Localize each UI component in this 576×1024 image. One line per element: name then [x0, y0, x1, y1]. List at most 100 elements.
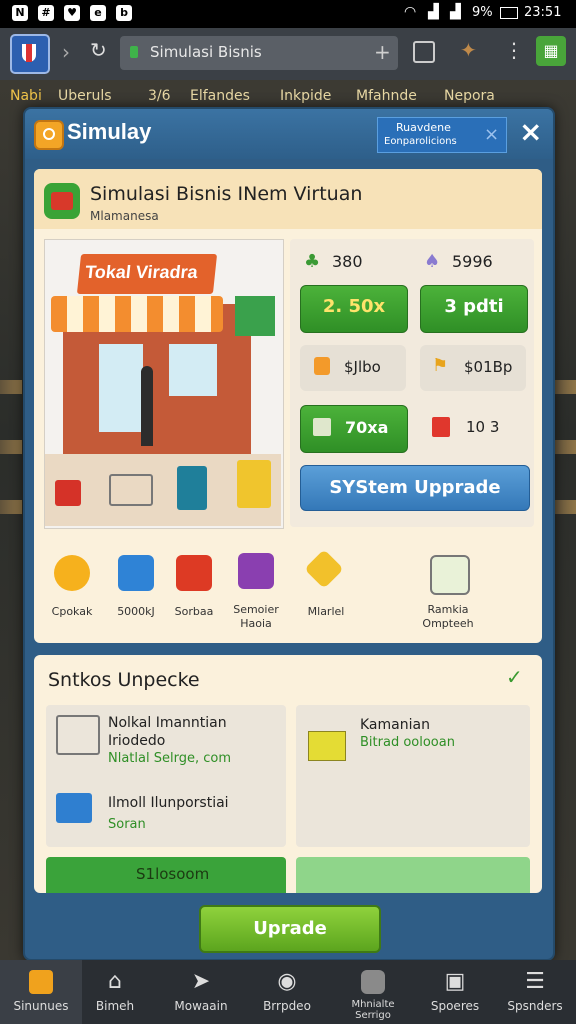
simulator-icon — [29, 970, 53, 994]
category-nav-item[interactable]: Elfandes — [190, 88, 250, 104]
shield-icon: ♥ — [64, 5, 80, 21]
signal-icon: ▟ — [428, 4, 439, 20]
stats-grid: ♣ 380 ♠ 5996 2. 50x 3 pdti $Jlbo ⚑ $01Bp… — [290, 239, 534, 527]
mail-icon: e — [90, 5, 106, 21]
plus-icon[interactable]: + — [374, 40, 391, 64]
category-nav-item[interactable]: 3/6 — [148, 88, 171, 104]
gem-icon[interactable] — [304, 549, 344, 589]
stat-value: $Jlbo — [344, 358, 381, 376]
store-window — [169, 344, 217, 396]
badge-line: Eonparolicions — [384, 136, 457, 147]
bag-icon[interactable] — [238, 553, 274, 589]
menu-icon: ☰ — [525, 969, 545, 994]
upgrade-progress-bar — [296, 857, 530, 893]
store-illustration: Tokal Viradra — [44, 239, 284, 529]
box-icon[interactable] — [118, 555, 154, 591]
games-icon: ▣ — [444, 969, 466, 994]
upgrade-progress-bar: S1losoom — [46, 857, 286, 893]
category-nav-item[interactable]: Inkpide — [280, 88, 331, 104]
cart-icon: ♠ — [424, 251, 441, 272]
battery-icon — [500, 7, 518, 19]
nav-item-arrow[interactable]: ➤ Mowaain — [160, 960, 242, 1024]
upgrade-card[interactable]: Nolkal Imanntian Iriodedo Nlatlal Selrge… — [46, 705, 286, 847]
category-label: Ramkia Ompteeh — [422, 603, 474, 630]
forward-icon[interactable]: › — [62, 40, 70, 64]
upgrade-title: Kamanian — [360, 717, 430, 733]
nav-item-target[interactable]: ◉ Brrpdeo — [246, 960, 328, 1024]
simulator-modal: Simulay Ruavdene Eonparolicions × × Simu… — [23, 107, 555, 961]
category-nav-item[interactable]: Nabi — [10, 88, 42, 104]
wifi-icon: ◠ — [404, 4, 417, 20]
upgrade-card[interactable]: Kamanian Bitrad oolooan — [296, 705, 530, 847]
stat-value: $01Bp — [464, 358, 513, 376]
app-badge-icon — [34, 120, 64, 150]
stat-tile-green[interactable]: 3 pdti — [420, 285, 528, 333]
truck-icon: ⚑ — [432, 355, 449, 376]
category-nav-item[interactable]: Nepora — [444, 88, 495, 104]
close-icon[interactable]: × — [484, 124, 499, 145]
stat-tile-green[interactable]: 2. 50x — [300, 285, 408, 333]
upgrade-title: Nolkal Imanntian — [108, 715, 227, 731]
stat-tile-green[interactable]: 70xa — [300, 405, 408, 453]
bag-icon — [314, 357, 330, 375]
upgrades-panel: Sntkos Unpecke ✓ Nolkal Imanntian Iriode… — [34, 655, 542, 893]
nav-item-simulator[interactable]: Sinunues — [0, 960, 82, 1024]
stat-tile[interactable]: ⚑ $01Bp — [420, 345, 526, 391]
battery-percent: 9% — [472, 5, 493, 20]
tabs-icon[interactable] — [413, 41, 435, 63]
nav-item-games[interactable]: ▣ Spoeres — [414, 960, 496, 1024]
basket-icon — [313, 418, 331, 436]
upgrade-title: Ilmoll Ilunporstiai — [108, 795, 229, 811]
kebab-menu-icon[interactable]: ⋮ — [504, 38, 524, 62]
url-text: Simulasi Bisnis — [150, 43, 262, 61]
stat-tile[interactable]: $Jlbo — [300, 345, 406, 391]
basket-icon — [56, 793, 92, 823]
nav-item-manager[interactable]: Mhnialte Serrigo — [332, 960, 414, 1024]
app-logo-icon[interactable] — [10, 34, 50, 74]
cash-icon: ♣ — [304, 251, 321, 272]
system-upgrade-button[interactable]: SYStem Upprade — [300, 465, 530, 511]
box-icon — [432, 417, 450, 437]
signal-icon: ▟ — [450, 4, 461, 20]
stat-tile: 10 3 — [420, 405, 526, 451]
apps-grid-icon[interactable]: ▦ — [536, 36, 566, 66]
home-icon: ⌂ — [108, 969, 122, 994]
close-modal-icon[interactable]: × — [519, 115, 542, 148]
browser-toolbar: › ↻ Simulasi Bisnis + ✦ ⋮ ▦ — [0, 28, 576, 80]
game-title: Simulasi Bisnis INem Virtuan — [90, 183, 363, 205]
category-nav-item[interactable]: Uberuls — [58, 88, 112, 104]
game-panel: Simulasi Bisnis INem Virtuan Mlamanesa T… — [34, 169, 542, 643]
heart-icon[interactable] — [54, 555, 90, 591]
lock-icon — [130, 46, 138, 58]
box-icon — [237, 460, 271, 508]
shopkeeper-figure — [141, 366, 153, 446]
stat-value: 10 3 — [466, 418, 500, 436]
cart-icon[interactable] — [430, 555, 470, 595]
bottom-nav: Sinunues ⌂ Bimeh ➤ Mowaain ◉ Brrpdeo Mhn… — [0, 960, 576, 1024]
upgrade-button[interactable]: Uprade — [199, 905, 381, 953]
reload-icon[interactable]: ↻ — [90, 38, 107, 62]
manager-icon — [361, 970, 385, 994]
box-icon — [177, 466, 207, 510]
category-row: Cpokak 5000kJ Sorbaa Semoier Haoia Mlarl… — [34, 541, 542, 641]
status-bar: N # ♥ e b ◠ ▟ ▟ 9% 23:51 — [0, 0, 576, 28]
url-bar[interactable]: Simulasi Bisnis + — [120, 36, 398, 70]
notification-icon: N — [12, 5, 28, 21]
cart-icon — [109, 474, 153, 506]
badge-line: Ruavdene — [396, 121, 451, 134]
check-icon: ✓ — [506, 665, 523, 689]
arrow-icon: ➤ — [191, 969, 211, 994]
upgrade-detail: Iriodedo — [108, 733, 166, 749]
modal-title: Simulay — [67, 119, 152, 144]
store-window — [99, 344, 143, 432]
notification-icon: b — [116, 5, 132, 21]
red-sign-icon — [55, 480, 81, 506]
basket-icon[interactable] — [176, 555, 212, 591]
nav-item-menu[interactable]: ☰ Spsnders — [494, 960, 576, 1024]
nav-item-home[interactable]: ⌂ Bimeh — [74, 960, 156, 1024]
category-nav-item[interactable]: Mfahnde — [356, 88, 417, 104]
status-badge[interactable]: Ruavdene Eonparolicions × — [377, 117, 507, 153]
store-awning — [51, 296, 223, 332]
extension-icon[interactable]: ✦ — [460, 38, 477, 62]
category-label: Semoier Haoia — [233, 603, 279, 630]
